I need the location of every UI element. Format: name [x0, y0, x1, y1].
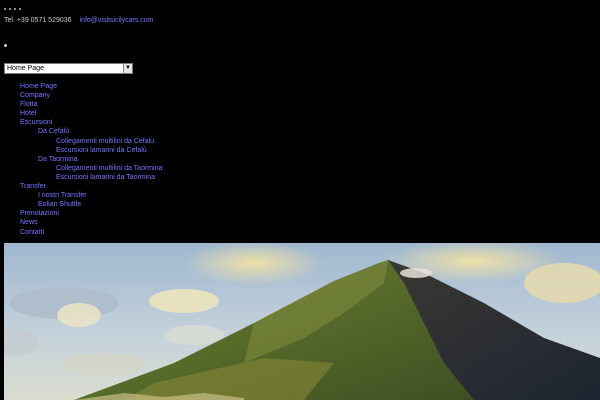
- menu-item-escursioni[interactable]: Escursioni: [0, 118, 162, 127]
- navigation-select[interactable]: Home Page ▼: [4, 63, 133, 74]
- hero-image-volcano: [4, 243, 600, 400]
- menu-item-escursioni-taormina[interactable]: Escursioni lamarini da Taormina: [0, 173, 162, 182]
- navigation-select-value: Home Page: [7, 65, 44, 72]
- menu-item-contatti[interactable]: Contatti: [0, 228, 162, 237]
- menu-item-flotta[interactable]: Flotta: [0, 100, 162, 109]
- menu-item-collegamenti-taormina[interactable]: Collegamenti multilini da Taormina: [0, 164, 162, 173]
- menu-item-prenotazioni[interactable]: Prenotazioni: [0, 209, 162, 218]
- chevron-down-icon[interactable]: ▼: [123, 64, 132, 73]
- menu-item-da-cefalu[interactable]: Da Cefalù: [0, 127, 162, 136]
- phone-number: Tel. +39 0571 529036: [4, 17, 72, 24]
- menu-item-da-taormina[interactable]: Da Taormina: [0, 155, 162, 164]
- menu-item-home-page[interactable]: Home Page: [0, 82, 162, 91]
- menu-item-eolian-shuttle[interactable]: Eolian Shuttle: [0, 200, 162, 209]
- bullet-icon: [4, 44, 7, 47]
- contact-bar: Tel. +39 0571 529036 info@visitsicilycar…: [4, 16, 154, 25]
- decorative-dots: [4, 8, 21, 10]
- menu-item-nostri-transfer[interactable]: I nostri Transfer: [0, 191, 162, 200]
- main-menu: Home Page Company Flotta Hotel Escursion…: [0, 82, 162, 237]
- menu-item-collegamenti-cefalu[interactable]: Collegamenti multilini da Cefalù: [0, 137, 162, 146]
- menu-item-hotel[interactable]: Hotel: [0, 109, 162, 118]
- menu-item-escursioni-cefalu[interactable]: Escursioni lamarini da Cefalù: [0, 146, 162, 155]
- menu-item-company[interactable]: Company: [0, 91, 162, 100]
- menu-item-news[interactable]: News: [0, 218, 162, 227]
- email-link[interactable]: info@visitsicilycars.com: [80, 17, 154, 24]
- menu-item-transfer[interactable]: Transfer: [0, 182, 162, 191]
